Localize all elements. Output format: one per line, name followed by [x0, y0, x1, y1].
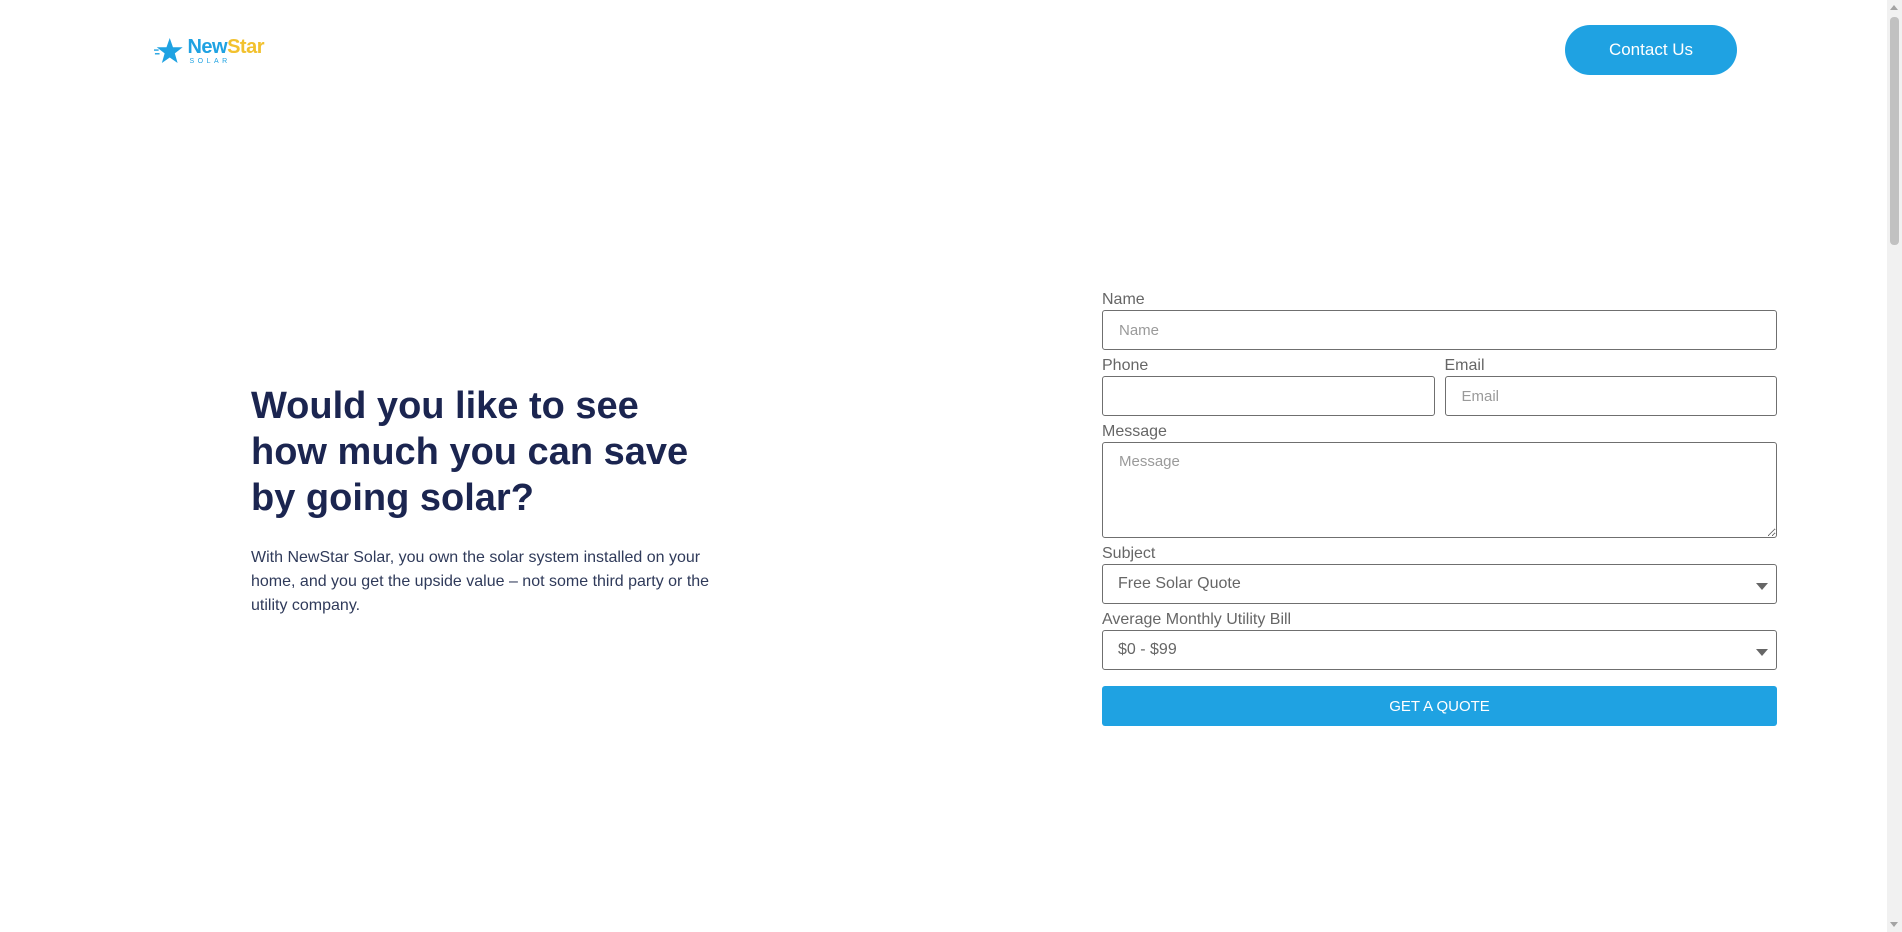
caret-down-icon: [1756, 583, 1768, 590]
contact-us-button[interactable]: Contact Us: [1565, 25, 1737, 75]
scrollbar-thumb[interactable]: [1890, 17, 1899, 245]
scroll-down-arrow-icon[interactable]: [1890, 922, 1898, 927]
hero-description: With NewStar Solar, you own the solar sy…: [251, 549, 710, 614]
phone-group: Phone: [1102, 356, 1435, 416]
quote-form: Name Phone Email Message Subject Free So…: [1102, 290, 1777, 726]
bill-selected-value: $0 - $99: [1118, 641, 1177, 658]
get-a-quote-button[interactable]: GET A QUOTE: [1102, 686, 1777, 726]
newstar-solar-logo[interactable]: NewStar SOLAR: [154, 35, 264, 67]
scroll-up-arrow-icon[interactable]: [1890, 5, 1898, 10]
subject-label: Subject: [1102, 545, 1156, 562]
subject-selected-value: Free Solar Quote: [1118, 575, 1241, 592]
message-group: Message: [1102, 422, 1777, 538]
caret-down-icon: [1756, 649, 1768, 656]
email-group: Email: [1444, 356, 1777, 416]
subject-select[interactable]: Free Solar Quote: [1102, 564, 1777, 604]
subject-group: Subject Free Solar Quote: [1102, 544, 1777, 604]
page-scrollbar[interactable]: [1887, 0, 1902, 932]
utility-bill-select[interactable]: $0 - $99: [1102, 630, 1777, 670]
name-input[interactable]: [1102, 310, 1777, 350]
name-label: Name: [1102, 291, 1145, 308]
name-group: Name: [1102, 290, 1777, 350]
logo-subtitle: SOLAR: [189, 58, 231, 65]
page: NewStar SOLAR Contact Us Would you like …: [0, 0, 1902, 932]
logo-word-new: New: [187, 36, 228, 58]
email-label: Email: [1444, 357, 1485, 374]
logo-word-star: Star: [227, 36, 264, 58]
phone-input[interactable]: [1102, 376, 1435, 416]
logo-text: NewStar SOLAR: [187, 37, 264, 65]
bill-group: Average Monthly Utility Bill $0 - $99: [1102, 610, 1777, 670]
bill-label: Average Monthly Utility Bill: [1102, 611, 1292, 628]
hero-title: Would you like to see how much you can s…: [251, 385, 689, 519]
logo-wordmark: NewStar: [187, 37, 264, 57]
contact-row: Phone Email: [1102, 356, 1777, 416]
star-icon: [154, 38, 183, 64]
phone-label: Phone: [1102, 357, 1149, 374]
message-label: Message: [1102, 423, 1167, 440]
message-textarea[interactable]: [1102, 442, 1777, 538]
email-input[interactable]: [1444, 376, 1777, 416]
